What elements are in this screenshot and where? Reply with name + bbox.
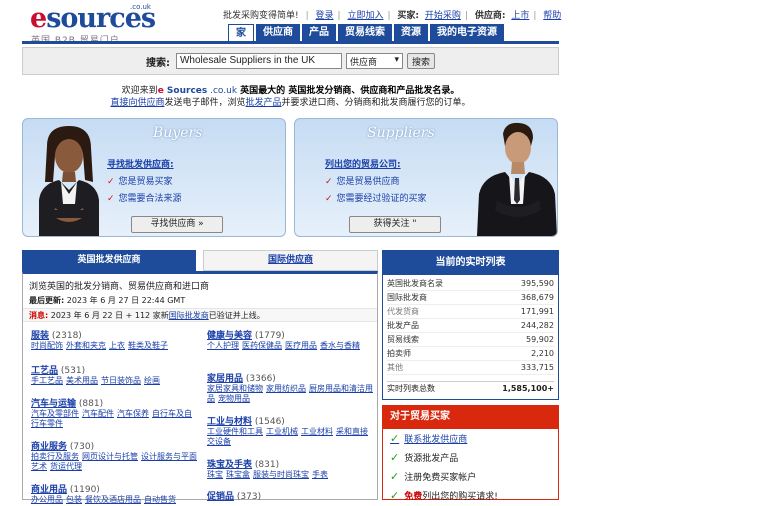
get-noticed-button[interactable]: 获得关注 " (349, 216, 441, 233)
stat-row: 代发货商 171,991 (387, 305, 554, 319)
supplier-label: 供应商: (474, 11, 506, 21)
suppliers-bullet-1: ✓ 您是贸易供应商 (325, 177, 400, 187)
realtime-listings: 英国批发商名录 395,590 国际批发商 368,679 代发货商 171,991 … (382, 275, 559, 400)
category-link[interactable]: 汽车与运输 (31, 399, 76, 409)
email-suppliers-link[interactable]: 直接向供应商 (110, 98, 164, 108)
nav-tab-my-esources[interactable]: 我的电子资源 (430, 24, 504, 41)
check-icon: ✓ (107, 177, 115, 187)
trade-buyers-header: 对于贸易买家 (382, 405, 559, 429)
search-button[interactable]: 搜索 (406, 53, 435, 69)
check-icon: ✓ (325, 194, 333, 204)
nav-tab-resources[interactable]: 资源 (394, 24, 428, 41)
stat-row: 拍卖师 2,210 (387, 347, 554, 361)
category-jewelry-watches: 珠宝及手表 (831) 珠宝 珠宝盒 服装与时尚珠宝 手表 (207, 460, 328, 479)
login-link[interactable]: 登录 (316, 11, 334, 21)
suppliers-promo: Suppliers 列出您的贸易公司: ✓ 您是贸易供应商 ✓ 您需要经过验证的买家… (294, 118, 558, 237)
welcome-text: 欢迎来到e Sources .co.uk 英国最大的 英国批发分销商、供应商和产… (110, 86, 471, 108)
trade-buyers-box: ✓ 联系批发供应商 ✓ 货源批发产品 ✓ 注册免费买家帐户 ✓ 免费列出您的购买请求! (382, 429, 559, 502)
contact-suppliers-link[interactable]: ✓ 联系批发供应商 (390, 430, 467, 448)
stat-row: 英国批发商名录 395,590 (387, 277, 554, 291)
category-link[interactable]: 商业用品 (31, 485, 67, 495)
list-link[interactable]: 上市 (511, 11, 529, 21)
nav-tab-home[interactable]: 家 (228, 24, 254, 41)
check-icon: ✓ (107, 194, 115, 204)
last-updated: 最后更新: 2023 年 6 月 27 日 22:44 GMT (29, 296, 186, 305)
stat-row: 贸易线索 59,902 (387, 333, 554, 347)
nav-tab-trade-leads[interactable]: 贸易线索 (338, 24, 392, 41)
help-link[interactable]: 帮助 (543, 11, 561, 21)
nav-tab-suppliers[interactable]: 供应商 (256, 24, 300, 41)
category-link[interactable]: 促销品 (207, 492, 234, 502)
category-industrial: 工业与材料 (1546) 工业硬件和工具 工业机械 工业材料 采和直接交设备 (207, 417, 368, 446)
category-automotive: 汽车与运输 (881) 汽车及零部件 汽车配件 汽车保养 自行车及自行车零件 (31, 399, 192, 428)
free-request-item[interactable]: ✓ 免费列出您的购买请求! (390, 487, 498, 505)
category-business-supplies: 商业用品 (1190) 办公用品 包装 餐饮及酒店用品 自动售货 (31, 485, 176, 504)
search-input[interactable]: Wholesale Suppliers in the UK (175, 53, 342, 69)
category-household: 家居用品 (3366) 家居家具和储物 家用纺织品 厨房用品和清洁用品 宠物用品 (207, 374, 373, 403)
nav-tab-products[interactable]: 产品 (302, 24, 336, 41)
category-link[interactable]: 珠宝及手表 (207, 460, 252, 470)
wholesale-products-link[interactable]: 批发产品 (246, 98, 282, 108)
logo-subtitle: 英国 B2B 贸易门户 (31, 33, 120, 46)
buyer-label: 买家: (397, 11, 420, 21)
check-icon: ✓ (390, 432, 400, 445)
check-icon: ✓ (390, 489, 400, 502)
category-listing: 浏览英国的批发分销商、贸易供应商和进口商 最后更新: 2023 年 6 月 27… (22, 271, 378, 504)
nav-divider (22, 41, 559, 44)
buyers-bullet-2: ✓ 您需要合法来源 (107, 194, 182, 204)
site-logo[interactable]: esources .co.uk 英国 B2B 贸易门户 (30, 3, 160, 46)
suppliers-bullet-2: ✓ 您需要经过验证的买家 (325, 194, 427, 204)
category-health-beauty: 健康与美容 (1779) 个人护理 医药保健品 医疗用品 香水与香精 (207, 331, 360, 350)
category-link[interactable]: 工艺品 (31, 366, 58, 376)
top-links-bar: 批发采购变得简单! | 登录 | 立即加入 | 买家: 开始采购 | 供应商: 上市 | … (223, 11, 562, 21)
category-link[interactable]: 家居用品 (207, 374, 243, 384)
buyers-bullet-1: ✓ 您是贸易买家 (107, 177, 173, 187)
find-suppliers-heading[interactable]: 寻找批发供应商: (107, 157, 174, 170)
businesswoman-image (33, 124, 105, 236)
tab-uk-suppliers[interactable]: 英国批发供应商 (22, 250, 196, 271)
category-link[interactable]: 健康与美容 (207, 331, 252, 341)
message-line: 消息: 2023 年 6 月 22 日 + 112 家新国际批发商已验证并上线。 (23, 308, 377, 322)
international-wholesalers-link[interactable]: 国际批发商 (169, 311, 209, 320)
realtime-listings-header: 当前的实时列表 (382, 250, 559, 275)
category-link[interactable]: 工业与材料 (207, 417, 252, 427)
stat-row: 国际批发商 368,679 (387, 291, 554, 305)
search-type-select[interactable]: 供应商 (345, 53, 403, 69)
stat-row: 其他 333,715 (387, 361, 554, 375)
register-account-item: ✓ 注册免费买家帐户 (390, 470, 477, 483)
stat-row: 批发产品 244,282 (387, 319, 554, 333)
category-promotional: 促销品 (373) (207, 492, 262, 502)
logo-domain: .co.uk (130, 3, 151, 11)
category-link[interactable]: 商业服务 (31, 442, 67, 452)
start-buying-link[interactable]: 开始采购 (425, 11, 461, 21)
category-clothing: 服装 (2318) 时尚配饰 外套和夹克 上衣 鞋类及鞋子 (31, 331, 168, 350)
suppliers-title: Suppliers (367, 125, 435, 141)
source-products-item: ✓ 货源批发产品 (390, 451, 459, 464)
buyers-promo: Buyers 寻找批发供应商: ✓ 您是贸易买家 ✓ 您需要合法来源 寻找供应商 » (22, 118, 286, 237)
join-link[interactable]: 立即加入 (347, 11, 383, 21)
listing-intro: 浏览英国的批发分销商、贸易供应商和进口商 (29, 282, 210, 292)
buyers-title: Buyers (153, 125, 203, 141)
search-bar: 搜索: Wholesale Suppliers in the UK 供应商 搜索 (22, 47, 559, 75)
main-nav: 家 供应商 产品 贸易线索 资源 我的电子资源 (228, 24, 504, 41)
category-business-services: 商业服务 (730) 拍卖行及服务 网页设计与托管 设计服务与平面艺术 货运代理 (31, 442, 197, 471)
businessman-image (477, 120, 557, 236)
check-icon: ✓ (325, 177, 333, 187)
category-link[interactable]: 服装 (31, 331, 49, 341)
tab-international-suppliers[interactable]: 国际供应商 (203, 250, 378, 271)
category-crafts: 工艺品 (531) 手工艺品 美术用品 节日装饰品 绘画 (31, 366, 160, 385)
find-suppliers-button[interactable]: 寻找供应商 » (131, 216, 223, 233)
check-icon: ✓ (390, 470, 400, 483)
check-icon: ✓ (390, 451, 400, 464)
tagline: 批发采购变得简单! (223, 11, 299, 21)
list-company-heading[interactable]: 列出您的贸易公司: (325, 157, 401, 170)
search-label: 搜索: (145, 57, 170, 69)
stat-total: 实时列表总数 1,585,100+ (387, 381, 554, 395)
